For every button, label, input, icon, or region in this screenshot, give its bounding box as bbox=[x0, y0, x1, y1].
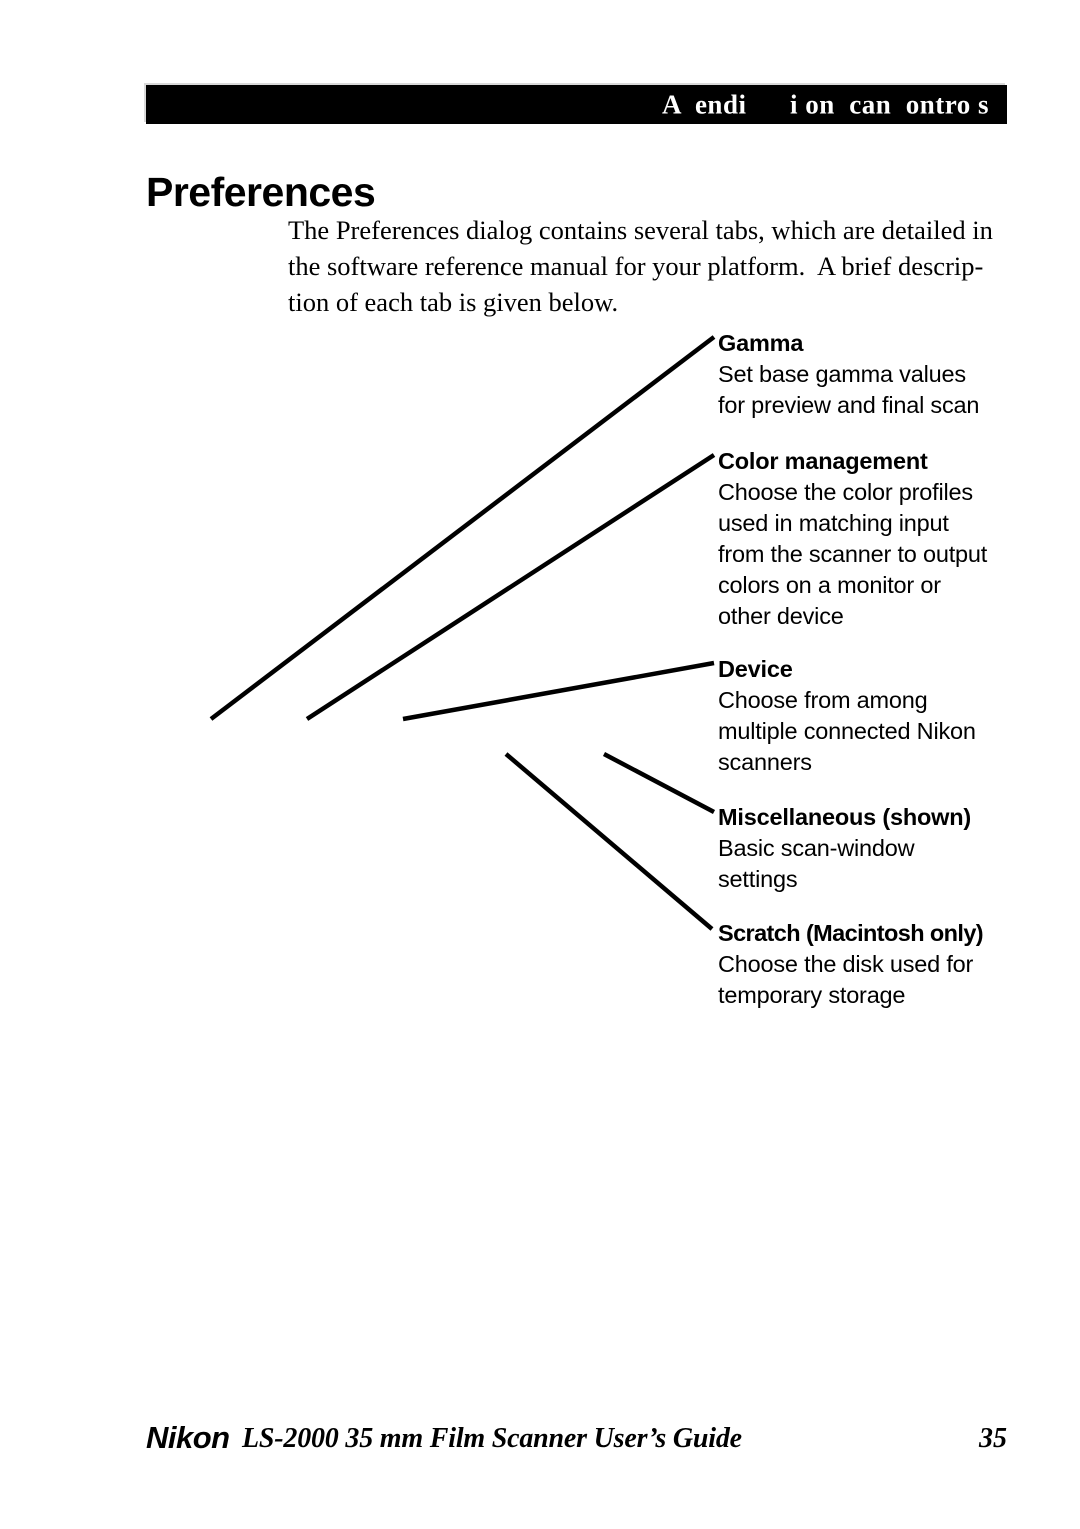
callout-device-line-1: Choose from among bbox=[718, 687, 928, 713]
running-header-bar: A endi i on can ontro s bbox=[146, 85, 1007, 124]
leader-line-miscellaneous bbox=[602, 752, 716, 814]
leader-line-color-management bbox=[305, 453, 716, 721]
page-footer: Nikon LS-2000 35 mm Film Scanner User’s … bbox=[146, 1418, 1007, 1462]
callout-device: Device Choose from among multiple connec… bbox=[718, 654, 1018, 778]
intro-line-3: tion of each tab is given below. bbox=[288, 287, 619, 317]
callout-miscellaneous-title: Miscellaneous (shown) bbox=[718, 804, 972, 830]
callout-gamma-line-2: for preview and final scan bbox=[718, 392, 980, 418]
footer-brand: Nikon bbox=[146, 1420, 230, 1455]
callout-miscellaneous-body: Basic scan-window settings bbox=[718, 833, 1018, 895]
callout-scratch-title: Scratch (Macintosh only) bbox=[718, 920, 984, 946]
callout-device-line-2: multiple connected Nikon bbox=[718, 718, 976, 744]
footer-title: LS-2000 35 mm Film Scanner User’s Guide bbox=[242, 1423, 742, 1454]
leader-line-scratch bbox=[504, 752, 714, 931]
callout-device-body: Choose from among multiple connected Nik… bbox=[718, 685, 1018, 778]
callout-scratch: Scratch (Macintosh only) Choose the disk… bbox=[718, 918, 1018, 1011]
callout-gamma: Gamma Set base gamma values for preview … bbox=[718, 328, 1018, 421]
intro-line-1: The Preferences dialog contains several … bbox=[288, 215, 993, 245]
callout-scratch-body: Choose the disk used for temporary stora… bbox=[718, 949, 1018, 1011]
callout-scratch-line-1: Choose the disk used for bbox=[718, 951, 974, 977]
callout-color-management-line-2: used in matching input bbox=[718, 510, 949, 536]
callout-miscellaneous-line-1: Basic scan-window bbox=[718, 835, 915, 861]
callout-miscellaneous-line-2: settings bbox=[718, 866, 798, 892]
callout-color-management-line-4: colors on a monitor or bbox=[718, 572, 941, 598]
intro-paragraph: The Preferences dialog contains several … bbox=[288, 212, 1000, 320]
callout-gamma-body: Set base gamma values for preview and fi… bbox=[718, 359, 1018, 421]
callout-scratch-line-2: temporary storage bbox=[718, 982, 906, 1008]
callout-gamma-line-1: Set base gamma values bbox=[718, 361, 966, 387]
leader-line-device bbox=[402, 660, 715, 722]
callout-device-line-3: scanners bbox=[718, 749, 812, 775]
footer-page-number: 35 bbox=[979, 1423, 1007, 1454]
callout-miscellaneous: Miscellaneous (shown) Basic scan-window … bbox=[718, 802, 1018, 895]
callout-color-management-line-1: Choose the color profiles bbox=[718, 479, 973, 505]
running-header-text: A endi i on can ontro s bbox=[661, 89, 989, 119]
callout-device-title: Device bbox=[718, 656, 793, 682]
callout-color-management-line-5: other device bbox=[718, 603, 844, 629]
callout-gamma-title: Gamma bbox=[718, 330, 804, 356]
intro-line-2: the software reference manual for your p… bbox=[288, 251, 984, 281]
callout-color-management-title: Color management bbox=[718, 448, 928, 474]
callout-color-management: Color management Choose the color profil… bbox=[718, 446, 1018, 632]
callout-color-management-line-3: from the scanner to output bbox=[718, 541, 988, 567]
leader-line-gamma bbox=[209, 335, 716, 721]
page-title: Preferences bbox=[146, 169, 376, 216]
callout-color-management-body: Choose the color profiles used in matchi… bbox=[718, 477, 1018, 632]
